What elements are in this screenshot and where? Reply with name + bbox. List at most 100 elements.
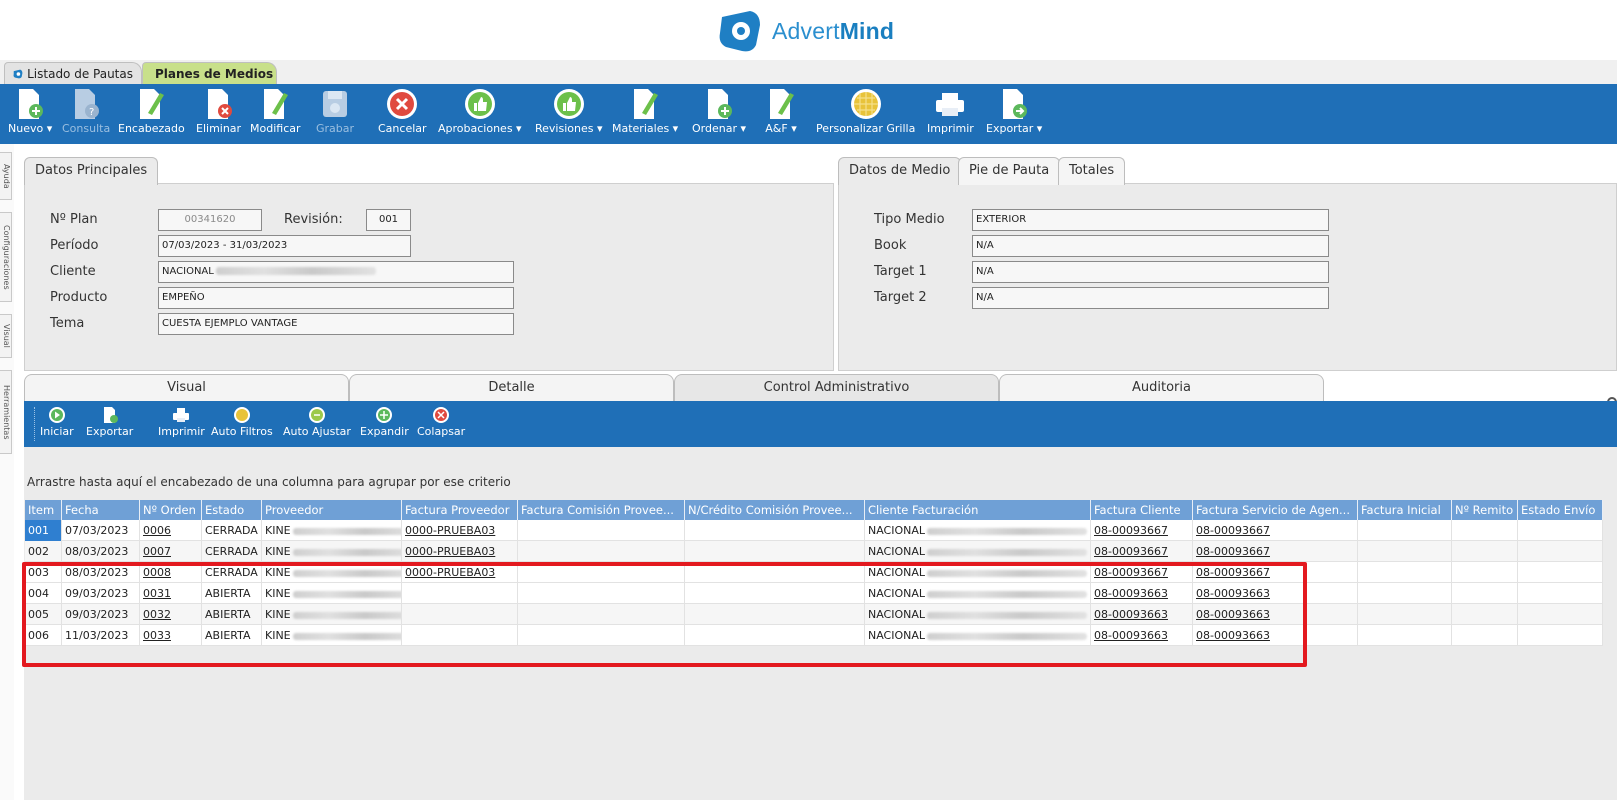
cell-factura-proveedor-link[interactable]: 0000-PRUEBA03 [402,541,518,562]
cell-fecha: 08/03/2023 [62,541,140,562]
cell-item[interactable]: 002 [25,541,62,562]
plan-label: Nº Plan [50,212,98,227]
tab-auditoria[interactable]: Auditoria [999,374,1324,401]
cell-factura-inicial [1358,583,1452,604]
redacted-text [292,527,401,535]
redacted-text [215,267,376,275]
tab-visual[interactable]: Visual [24,374,349,401]
column-header-item[interactable]: Item [25,500,62,520]
delete-button[interactable]: Eliminar [196,86,241,142]
cell-factura-inicial [1358,604,1452,625]
target1-field[interactable]: N/A [972,261,1329,283]
grid-export-button[interactable]: Exportar [86,405,133,445]
tab-pie-de-pauta[interactable]: Pie de Pauta [958,157,1061,185]
redacted-text [927,548,1088,556]
cell-ncredito [685,520,865,541]
redacted-text [292,548,401,556]
column-header-estado-envio[interactable]: Estado Envío [1518,500,1603,520]
brand-name: AdvertMind [772,17,895,44]
auto-fit-icon [308,407,325,423]
tema-label: Tema [50,316,85,331]
column-header-factura-comision[interactable]: Factura Comisión Provee... [518,500,685,520]
materials-button[interactable]: Materiales ▾ [612,86,678,142]
column-header-factura-inicial[interactable]: Factura Inicial [1358,500,1452,520]
cell-item[interactable]: 001 [25,520,62,541]
cancel-button[interactable]: Cancelar [378,86,427,142]
cell-factura-proveedor-link[interactable]: 0000-PRUEBA03 [402,520,518,541]
start-button[interactable]: Iniciar [40,405,74,445]
header-button[interactable]: Encabezado [118,86,185,142]
tipo-medio-field[interactable]: EXTERIOR [972,209,1329,231]
column-header-factura-proveedor[interactable]: Factura Proveedor [402,500,518,520]
group-by-hint: Arrastre hasta aquí el encabezado de una… [27,475,511,489]
cell-factura-cliente-link[interactable]: 08-00093667 [1091,520,1193,541]
order-button[interactable]: Ordenar ▾ [692,86,746,142]
expand-icon [376,407,393,423]
revision-field[interactable]: 001 [366,209,411,231]
target2-field[interactable]: N/A [972,287,1329,309]
column-header-factura-servicio[interactable]: Factura Servicio de Agen... [1193,500,1358,520]
left-side-rail: Ayuda Configuraciones Visual Herramienta… [0,144,14,800]
cell-orden-link[interactable]: 0007 [140,541,202,562]
a-and-f-button[interactable]: A&F ▾ [764,86,798,142]
column-header-cliente-facturacion[interactable]: Cliente Facturación [865,500,1091,520]
column-header-proveedor[interactable]: Proveedor [262,500,402,520]
revision-label: Revisión: [284,212,343,227]
periodo-field[interactable]: 07/03/2023 - 31/03/2023 [158,235,411,257]
collapse-button[interactable]: Colapsar [417,405,465,445]
query-button[interactable]: ? Consulta [62,86,110,142]
tab-datos-principales[interactable]: Datos Principales [24,157,159,185]
app-window: AdvertMind Listado de Pautas Planes de M… [0,0,1617,800]
producto-field[interactable]: EMPEÑO [158,287,514,309]
thumbs-up-icon [464,89,495,119]
cancel-icon [387,89,418,119]
column-header-factura-cliente[interactable]: Factura Cliente [1091,500,1193,520]
rail-tab-ayuda[interactable]: Ayuda [0,152,12,200]
column-header-orden[interactable]: Nº Orden [140,500,202,520]
plan-number-field[interactable]: 00341620 [158,209,262,231]
cell-cliente-facturacion: NACIONAL [865,541,1091,562]
tab-detalle[interactable]: Detalle [349,374,674,401]
book-field[interactable]: N/A [972,235,1329,257]
print-button[interactable]: Imprimir [927,86,974,142]
cell-factura-inicial [1358,520,1452,541]
approvals-button[interactable]: Aprobaciones ▾ [438,86,522,142]
cell-remito [1452,520,1518,541]
export-document-icon [1003,89,1028,119]
tema-field[interactable]: CUESTA EJEMPLO VANTAGE [158,313,514,335]
save-button[interactable]: Grabar [316,86,354,142]
export-button[interactable]: Exportar ▾ [986,86,1042,142]
new-button[interactable]: Nuevo ▾ [8,86,52,142]
tab-control-administrativo[interactable]: Control Administrativo [674,374,999,401]
modify-button[interactable]: Modificar [250,86,301,142]
column-header-fecha[interactable]: Fecha [62,500,140,520]
column-header-estado[interactable]: Estado [202,500,262,520]
table-row[interactable]: 002 08/03/2023 0007 CERRADA KINE 0000-PR… [25,541,1603,562]
expand-button[interactable]: Expandir [360,405,409,445]
tab-listado-de-pautas[interactable]: Listado de Pautas [4,62,142,84]
auto-fit-button[interactable]: Auto Ajustar [283,405,351,445]
auto-filters-button[interactable]: Auto Filtros [211,405,273,445]
table-row[interactable]: 001 07/03/2023 0006 CERRADA KINE 0000-PR… [25,520,1603,541]
cell-orden-link[interactable]: 0006 [140,520,202,541]
save-disk-icon [323,91,348,117]
cell-factura-servicio-link[interactable]: 08-00093667 [1193,520,1358,541]
cell-factura-servicio-link[interactable]: 08-00093667 [1193,541,1358,562]
cell-estado-envio [1518,625,1603,646]
rail-tab-configuraciones[interactable]: Configuraciones [0,212,12,302]
customize-grid-button[interactable]: Personalizar Grilla [816,86,915,142]
tab-planes-de-medios[interactable]: Planes de Medios [142,62,277,84]
column-header-remito[interactable]: Nº Remito [1452,500,1518,520]
rail-tab-herramientas[interactable]: Herramientas [0,370,12,454]
cell-fecha: 07/03/2023 [62,520,140,541]
revisions-button[interactable]: Revisiones ▾ [535,86,603,142]
cell-factura-comision [518,520,685,541]
tab-datos-de-medio[interactable]: Datos de Medio [838,157,962,185]
tab-totales[interactable]: Totales [1058,157,1126,185]
grid-print-button[interactable]: Imprimir [158,405,205,445]
column-header-ncredito-comision[interactable]: N/Crédito Comisión Provee... [685,500,865,520]
rail-tab-visual[interactable]: Visual [0,314,12,358]
cliente-field[interactable]: NACIONAL [158,261,514,283]
cell-factura-cliente-link[interactable]: 08-00093667 [1091,541,1193,562]
cell-estado: CERRADA [202,520,262,541]
